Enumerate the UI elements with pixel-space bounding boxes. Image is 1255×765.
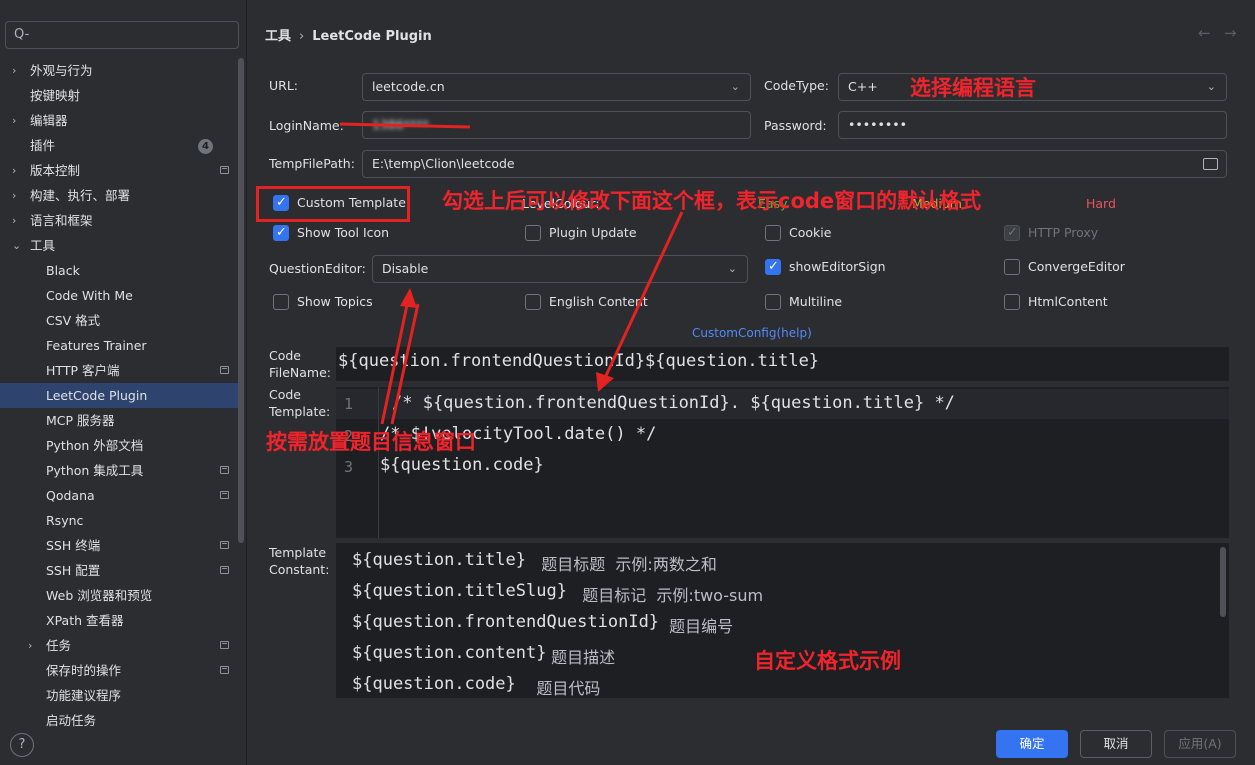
arrow-head-icon	[596, 372, 614, 392]
arrow-head-icon	[400, 288, 417, 308]
redaction-line	[339, 122, 471, 129]
annotation-arrows	[339, 122, 684, 425]
annotation-custom-template: 勾选上后可以修改下面这个框，表示code窗口的默认格式	[442, 189, 982, 213]
annotation-format-example: 自定义格式示例	[754, 649, 901, 673]
annotation-arrow-line	[602, 211, 684, 381]
annotation-select-language: 选择编程语言	[910, 76, 1036, 100]
annotation-question-editor: 按需放置题目信息窗口	[266, 430, 476, 454]
